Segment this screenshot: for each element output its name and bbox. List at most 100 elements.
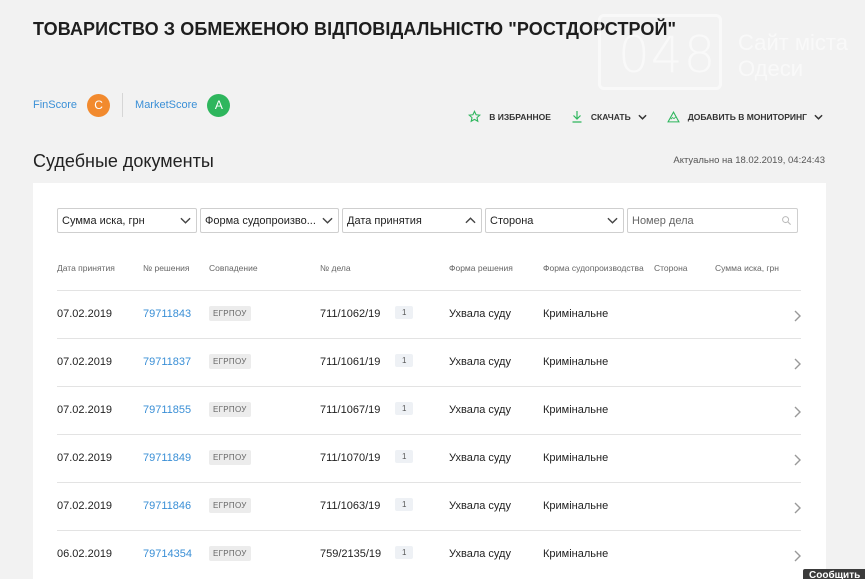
site-watermark: 048 Сайт міста Одеси bbox=[598, 14, 865, 94]
case-count-badge: 1 bbox=[395, 306, 414, 319]
download-label: СКАЧАТЬ bbox=[590, 111, 631, 122]
action-bar: В ИЗБРАННОЕ СКАЧАТЬ ДОБАВИТЬ В МОНИТОРИН… bbox=[448, 110, 823, 123]
row-case-no: 711/1062/19 bbox=[320, 308, 381, 320]
chevron-down-icon bbox=[638, 114, 647, 120]
row-decision-link[interactable]: 79711837 bbox=[143, 356, 191, 368]
case-count-badge: 1 bbox=[395, 402, 414, 415]
add-to-favorites-label: В ИЗБРАННОЕ bbox=[489, 111, 551, 122]
chevron-right-icon[interactable] bbox=[794, 358, 801, 370]
add-to-favorites-button[interactable]: В ИЗБРАННОЕ bbox=[468, 110, 551, 123]
score-bar: FinScore C MarketScore A bbox=[33, 93, 231, 117]
row-case-no: 711/1070/19 bbox=[320, 452, 381, 464]
marketscore-link[interactable]: MarketScore bbox=[135, 99, 197, 111]
party-filter-label: Сторона bbox=[490, 214, 534, 227]
column-header-claim-sum[interactable]: Сумма иска, грн bbox=[715, 263, 779, 273]
feedback-tab[interactable]: Сообщить bbox=[803, 569, 865, 579]
add-to-monitoring-button[interactable]: ДОБАВИТЬ В МОНИТОРИНГ bbox=[666, 110, 823, 123]
chevron-right-icon[interactable] bbox=[794, 406, 801, 418]
row-decision-link[interactable]: 79711846 bbox=[143, 500, 191, 512]
chevron-right-icon[interactable] bbox=[794, 454, 801, 466]
match-badge: ЕГРПОУ bbox=[209, 306, 251, 321]
match-badge: ЕГРПОУ bbox=[209, 354, 251, 369]
chevron-down-icon bbox=[814, 114, 823, 120]
row-date: 07.02.2019 bbox=[57, 500, 113, 512]
claim-sum-filter-label: Сумма иска, грн bbox=[62, 214, 145, 227]
case-number-search-input[interactable]: Номер дела bbox=[627, 208, 798, 233]
column-header-match[interactable]: Совпадение bbox=[209, 263, 258, 273]
finscore-grade-badge: C bbox=[87, 93, 111, 117]
table-row[interactable]: 07.02.2019 79711855 ЕГРПОУ 711/1067/19 1… bbox=[57, 386, 801, 434]
watermark-text-line2: Одеси bbox=[738, 56, 803, 81]
last-updated-timestamp: Актуально на 18.02.2019, 04:24:43 bbox=[673, 155, 825, 166]
search-icon bbox=[781, 215, 792, 226]
court-documents-card: Сумма иска, грн Форма судопроизво... Дат… bbox=[33, 183, 826, 579]
download-button[interactable]: СКАЧАТЬ bbox=[571, 110, 647, 123]
column-header-case-no[interactable]: № дела bbox=[320, 263, 351, 273]
party-filter[interactable]: Сторона bbox=[485, 208, 624, 233]
chevron-right-icon[interactable] bbox=[794, 310, 801, 322]
table-row[interactable]: 07.02.2019 79711846 ЕГРПОУ 711/1063/19 1… bbox=[57, 482, 801, 530]
chevron-down-icon bbox=[607, 217, 618, 224]
column-header-party[interactable]: Сторона bbox=[654, 263, 688, 273]
chevron-right-icon[interactable] bbox=[794, 502, 801, 514]
documents-table-body: 07.02.2019 79711843 ЕГРПОУ 711/1062/19 1… bbox=[57, 290, 801, 578]
row-proceeding-form: Кримінальне bbox=[543, 356, 609, 368]
row-proceeding-form: Кримінальне bbox=[543, 500, 609, 512]
table-row[interactable]: 07.02.2019 79711843 ЕГРПОУ 711/1062/19 1… bbox=[57, 290, 801, 338]
table-row[interactable]: 06.02.2019 79714354 ЕГРПОУ 759/2135/19 1… bbox=[57, 530, 801, 578]
chevron-right-icon[interactable] bbox=[794, 550, 801, 562]
score-divider bbox=[122, 93, 124, 117]
row-date: 06.02.2019 bbox=[57, 548, 113, 560]
watermark-text-line1: Сайт міста bbox=[738, 30, 848, 55]
row-case-no: 759/2135/19 bbox=[320, 548, 382, 560]
finscore-link[interactable]: FinScore bbox=[33, 99, 77, 111]
company-title: ТОВАРИСТВО З ОБМЕЖЕНОЮ ВІДПОВІДАЛЬНІСТЮ … bbox=[33, 19, 677, 39]
row-decision-form: Ухвала суду bbox=[449, 356, 511, 368]
column-header-date[interactable]: Дата принятия bbox=[57, 263, 115, 273]
row-decision-link[interactable]: 79711855 bbox=[143, 404, 191, 416]
row-date: 07.02.2019 bbox=[57, 404, 113, 416]
match-badge: ЕГРПОУ bbox=[209, 450, 251, 465]
row-decision-link[interactable]: 79711849 bbox=[143, 452, 191, 464]
chevron-up-icon bbox=[465, 217, 476, 224]
row-proceeding-form: Кримінальне bbox=[543, 548, 609, 560]
match-badge: ЕГРПОУ bbox=[209, 402, 251, 417]
row-date: 07.02.2019 bbox=[57, 452, 113, 464]
claim-sum-filter[interactable]: Сумма иска, грн bbox=[57, 208, 197, 233]
chevron-down-icon bbox=[322, 217, 333, 224]
match-badge: ЕГРПОУ bbox=[209, 498, 251, 513]
case-count-badge: 1 bbox=[395, 354, 414, 367]
adoption-date-filter[interactable]: Дата принятия bbox=[342, 208, 482, 233]
row-proceeding-form: Кримінальне bbox=[543, 452, 609, 464]
case-count-badge: 1 bbox=[395, 546, 414, 559]
row-decision-form: Ухвала суду bbox=[449, 308, 511, 320]
star-icon bbox=[468, 110, 482, 123]
case-count-badge: 1 bbox=[395, 498, 414, 511]
filter-bar: Сумма иска, грн Форма судопроизво... Дат… bbox=[57, 208, 801, 233]
table-row[interactable]: 07.02.2019 79711849 ЕГРПОУ 711/1070/19 1… bbox=[57, 434, 801, 482]
table-header: Дата принятия № решения Совпадение № дел… bbox=[57, 263, 801, 279]
row-decision-link[interactable]: 79714354 bbox=[143, 548, 192, 560]
row-proceeding-form: Кримінальне bbox=[543, 308, 609, 320]
column-header-decision-form[interactable]: Форма решения bbox=[449, 263, 513, 273]
row-proceeding-form: Кримінальне bbox=[543, 404, 609, 416]
proceeding-form-filter[interactable]: Форма судопроизво... bbox=[200, 208, 339, 233]
watermark-number: 048 bbox=[618, 26, 717, 84]
row-decision-link[interactable]: 79711843 bbox=[143, 308, 191, 320]
table-row[interactable]: 07.02.2019 79711837 ЕГРПОУ 711/1061/19 1… bbox=[57, 338, 801, 386]
row-case-no: 711/1061/19 bbox=[320, 356, 381, 368]
adoption-date-filter-label: Дата принятия bbox=[347, 214, 422, 227]
case-number-placeholder: Номер дела bbox=[632, 214, 694, 227]
row-decision-form: Ухвала суду bbox=[449, 452, 511, 464]
add-to-monitoring-label: ДОБАВИТЬ В МОНИТОРИНГ bbox=[687, 111, 807, 122]
column-header-proceeding-form[interactable]: Форма судопроизводства bbox=[543, 263, 644, 273]
match-badge: ЕГРПОУ bbox=[209, 546, 251, 561]
row-decision-form: Ухвала суду bbox=[449, 500, 511, 512]
case-count-badge: 1 bbox=[395, 450, 414, 463]
row-decision-form: Ухвала суду bbox=[449, 404, 511, 416]
column-header-decision-no[interactable]: № решения bbox=[143, 263, 190, 273]
proceeding-form-filter-label: Форма судопроизво... bbox=[205, 214, 316, 227]
row-decision-form: Ухвала суду bbox=[449, 548, 511, 560]
row-date: 07.02.2019 bbox=[57, 308, 113, 320]
monitoring-icon bbox=[666, 110, 680, 123]
